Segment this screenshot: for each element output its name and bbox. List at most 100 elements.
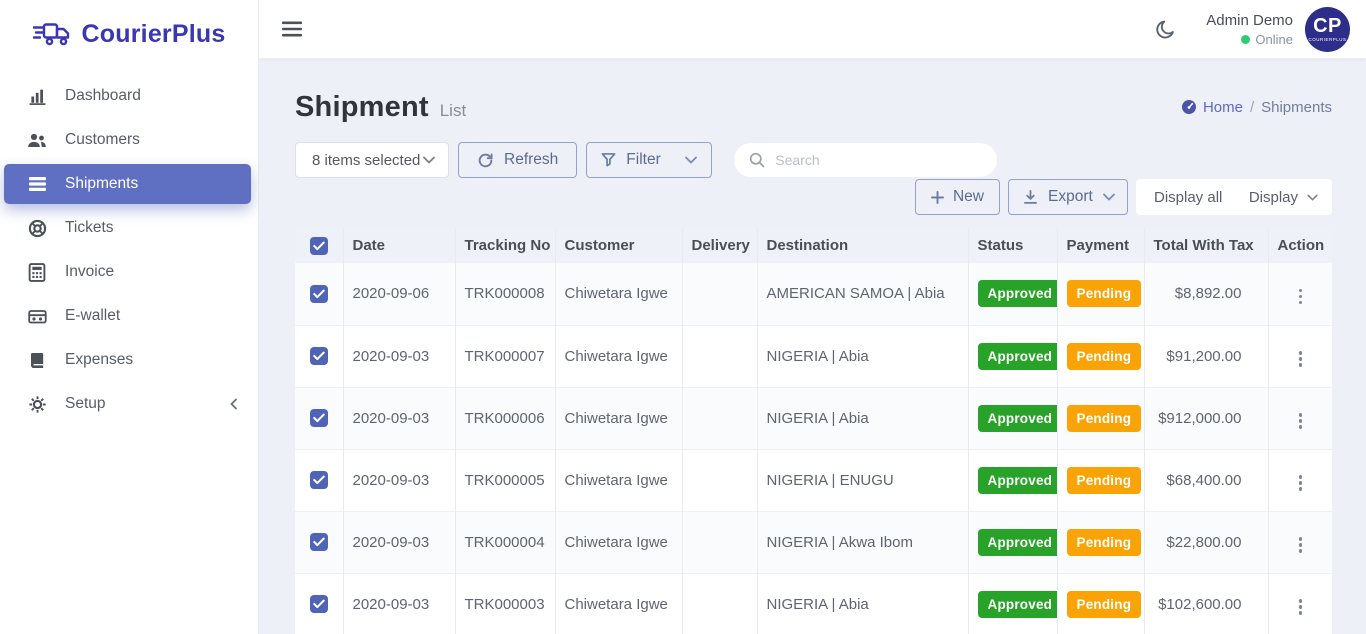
column-header-status: Status bbox=[968, 228, 1057, 263]
cell-delivery bbox=[682, 387, 757, 449]
row-checkbox[interactable] bbox=[310, 409, 328, 427]
table-row: 2020-09-06 TRK000008 Chiwetara Igwe AMER… bbox=[295, 263, 1332, 325]
search-input[interactable] bbox=[775, 152, 982, 168]
cell-customer: Chiwetara Igwe bbox=[555, 325, 682, 387]
table-row: 2020-09-03 TRK000007 Chiwetara Igwe NIGE… bbox=[295, 325, 1332, 387]
chevron-down-icon bbox=[685, 156, 697, 164]
dark-mode-toggle-icon[interactable] bbox=[1155, 19, 1176, 40]
row-checkbox[interactable] bbox=[310, 471, 328, 489]
payment-badge: Pending bbox=[1067, 343, 1142, 370]
new-button[interactable]: New bbox=[915, 179, 1000, 215]
table-row: 2020-09-03 TRK000006 Chiwetara Igwe NIGE… bbox=[295, 387, 1332, 449]
row-actions-menu[interactable] bbox=[1293, 471, 1309, 495]
row-actions-menu[interactable] bbox=[1293, 409, 1309, 433]
row-checkbox[interactable] bbox=[310, 285, 328, 303]
sidebar-item-expenses[interactable]: Expenses bbox=[0, 338, 258, 382]
sidebar-item-invoice[interactable]: Invoice bbox=[0, 250, 258, 294]
cell-customer: Chiwetara Igwe bbox=[555, 511, 682, 573]
sidebar-item-setup[interactable]: Setup bbox=[0, 382, 258, 426]
status-badge: Approved bbox=[978, 280, 1058, 307]
user-name: Admin Demo bbox=[1206, 12, 1293, 29]
row-checkbox[interactable] bbox=[310, 595, 328, 613]
sidebar-nav: Dashboard Customers Shipments Tickets In… bbox=[0, 74, 258, 426]
column-header-date: Date bbox=[343, 228, 455, 263]
bulk-select-value: 8 items selected bbox=[312, 152, 420, 169]
select-all-checkbox[interactable] bbox=[310, 237, 328, 255]
cell-total: $91,200.00 bbox=[1144, 325, 1268, 387]
column-header-customer: Customer bbox=[555, 228, 682, 263]
wallet-icon bbox=[27, 306, 47, 326]
display-controls: Display all Display bbox=[1136, 179, 1332, 215]
cell-total: $912,000.00 bbox=[1144, 387, 1268, 449]
export-button[interactable]: Export bbox=[1008, 179, 1128, 215]
cell-delivery bbox=[682, 573, 757, 634]
column-header-tracking: Tracking No bbox=[455, 228, 555, 263]
column-header-delivery: Delivery bbox=[682, 228, 757, 263]
app-name: CourierPlus bbox=[82, 20, 226, 49]
search-icon bbox=[749, 152, 765, 168]
row-actions-menu[interactable] bbox=[1293, 347, 1309, 371]
row-checkbox[interactable] bbox=[310, 533, 328, 551]
filter-button[interactable]: Filter bbox=[586, 142, 712, 178]
cell-date: 2020-09-03 bbox=[343, 449, 455, 511]
chevron-down-icon bbox=[423, 156, 435, 164]
cell-delivery bbox=[682, 325, 757, 387]
sidebar-item-label: Setup bbox=[65, 395, 106, 413]
payment-badge: Pending bbox=[1067, 467, 1142, 494]
bulk-select-dropdown[interactable]: 8 items selected bbox=[295, 142, 449, 178]
sidebar-item-tickets[interactable]: Tickets bbox=[0, 206, 258, 250]
cell-total: $102,600.00 bbox=[1144, 573, 1268, 634]
chevron-left-icon[interactable] bbox=[228, 398, 240, 410]
sidebar-item-label: Customers bbox=[65, 131, 140, 149]
new-label: New bbox=[953, 188, 984, 206]
avatar-initials: CP bbox=[1313, 16, 1342, 36]
cell-total: $22,800.00 bbox=[1144, 511, 1268, 573]
sidebar-item-label: Shipments bbox=[65, 175, 138, 193]
row-actions-menu[interactable] bbox=[1293, 285, 1309, 309]
row-actions-menu[interactable] bbox=[1293, 595, 1309, 619]
truck-logo-icon bbox=[33, 20, 73, 48]
cell-delivery bbox=[682, 511, 757, 573]
status-badge: Approved bbox=[978, 467, 1058, 494]
breadcrumb-home-link[interactable]: Home bbox=[1181, 99, 1243, 116]
cell-customer: Chiwetara Igwe bbox=[555, 573, 682, 634]
avatar-subtext: COURIERPLUS bbox=[1308, 37, 1346, 42]
sidebar-item-customers[interactable]: Customers bbox=[0, 118, 258, 162]
main-content: Shipment List Home / Shipments 8 items s… bbox=[259, 59, 1366, 634]
refresh-button[interactable]: Refresh bbox=[458, 142, 577, 178]
book-icon bbox=[27, 350, 47, 370]
cell-total: $68,400.00 bbox=[1144, 449, 1268, 511]
shipments-table: Date Tracking No Customer Delivery Desti… bbox=[295, 228, 1332, 634]
tachometer-icon bbox=[1181, 99, 1197, 115]
payment-badge: Pending bbox=[1067, 529, 1142, 556]
status-badge: Approved bbox=[978, 591, 1058, 618]
calculator-icon bbox=[27, 262, 47, 282]
cell-total: $8,892.00 bbox=[1144, 263, 1268, 325]
sidebar-item-dashboard[interactable]: Dashboard bbox=[0, 74, 258, 118]
sidebar-item-ewallet[interactable]: E-wallet bbox=[0, 294, 258, 338]
cell-date: 2020-09-03 bbox=[343, 387, 455, 449]
gears-icon bbox=[27, 394, 47, 414]
row-actions-menu[interactable] bbox=[1293, 533, 1309, 557]
cell-tracking: TRK000004 bbox=[455, 511, 555, 573]
life-ring-icon bbox=[27, 218, 47, 238]
filter-label: Filter bbox=[626, 151, 660, 169]
app-logo[interactable]: CourierPlus bbox=[0, 6, 258, 62]
page-subtitle: List bbox=[440, 101, 466, 121]
page-title: Shipment bbox=[295, 91, 429, 124]
user-menu[interactable]: Admin Demo Online bbox=[1206, 12, 1293, 47]
avatar[interactable]: CP COURIERPLUS bbox=[1305, 7, 1350, 52]
cell-tracking: TRK000005 bbox=[455, 449, 555, 511]
hamburger-menu-icon[interactable] bbox=[282, 21, 302, 37]
cell-delivery bbox=[682, 263, 757, 325]
payment-badge: Pending bbox=[1067, 591, 1142, 618]
cell-destination: NIGERIA | Abia bbox=[757, 387, 968, 449]
column-header-total: Total With Tax bbox=[1144, 228, 1268, 263]
row-checkbox[interactable] bbox=[310, 347, 328, 365]
bar-chart-icon bbox=[27, 86, 47, 106]
users-icon bbox=[27, 130, 47, 150]
sidebar-item-shipments[interactable]: Shipments bbox=[4, 164, 251, 204]
display-dropdown[interactable]: Display bbox=[1249, 189, 1318, 206]
display-all-button[interactable]: Display all bbox=[1154, 189, 1222, 206]
cell-date: 2020-09-06 bbox=[343, 263, 455, 325]
